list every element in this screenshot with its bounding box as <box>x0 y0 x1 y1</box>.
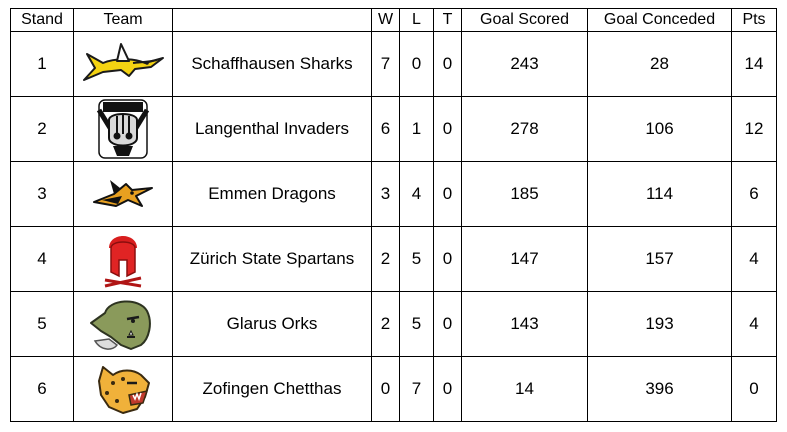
points-cell: 6 <box>731 161 777 227</box>
table-row: 2 Langenthal Invaders 6 1 0 278 106 12 <box>10 96 777 162</box>
wins-cell: 6 <box>371 96 400 162</box>
stand-cell: 6 <box>10 356 74 422</box>
goals-conceded-cell: 396 <box>587 356 732 422</box>
table-row: 6 Zofingen Chetthas 0 7 0 14 396 0 <box>10 356 777 422</box>
wins-cell: 2 <box>371 291 400 357</box>
logo-cell <box>73 96 173 162</box>
team-name: Zürich State Spartans <box>172 226 372 292</box>
goals-scored-cell: 278 <box>461 96 588 162</box>
header-goals-scored: Goal Scored <box>461 8 588 32</box>
logo-cell <box>73 161 173 227</box>
losses-cell: 1 <box>399 96 434 162</box>
stand-cell: 2 <box>10 96 74 162</box>
team-name: Zofingen Chetthas <box>172 356 372 422</box>
logo-cell <box>73 31 173 97</box>
header-ties: T <box>433 8 462 32</box>
table-row: 4 Zürich State Spartans 2 5 0 147 157 4 <box>10 226 777 292</box>
wins-cell: 7 <box>371 31 400 97</box>
logo-cell <box>73 291 173 357</box>
orc-head-logo-icon <box>90 300 151 350</box>
header-stand: Stand <box>10 8 74 32</box>
header-name <box>172 8 372 32</box>
table-row: 1 Schaffhausen Sharks 7 0 0 243 28 14 <box>10 31 777 97</box>
points-cell: 12 <box>731 96 777 162</box>
goals-scored-cell: 185 <box>461 161 588 227</box>
wins-cell: 3 <box>371 161 400 227</box>
losses-cell: 4 <box>399 161 434 227</box>
table-row: 5 Glarus Orks 2 5 0 143 193 4 <box>10 291 777 357</box>
losses-cell: 7 <box>399 356 434 422</box>
team-name: Emmen Dragons <box>172 161 372 227</box>
team-name: Schaffhausen Sharks <box>172 31 372 97</box>
losses-cell: 0 <box>399 31 434 97</box>
ties-cell: 0 <box>433 31 462 97</box>
cheetah-head-logo-icon <box>98 366 150 414</box>
spartan-helmet-logo-icon <box>104 236 142 288</box>
goals-conceded-cell: 106 <box>587 96 732 162</box>
goals-conceded-cell: 28 <box>587 31 732 97</box>
wins-cell: 2 <box>371 226 400 292</box>
header-wins: W <box>371 8 400 32</box>
header-team: Team <box>73 8 173 32</box>
team-name: Langenthal Invaders <box>172 96 372 162</box>
logo-cell <box>73 226 173 292</box>
ties-cell: 0 <box>433 96 462 162</box>
ties-cell: 0 <box>433 356 462 422</box>
raider-skull-logo-icon <box>96 99 150 159</box>
goals-scored-cell: 147 <box>461 226 588 292</box>
goals-conceded-cell: 157 <box>587 226 732 292</box>
ties-cell: 0 <box>433 161 462 227</box>
goals-conceded-cell: 193 <box>587 291 732 357</box>
points-cell: 0 <box>731 356 777 422</box>
stand-cell: 5 <box>10 291 74 357</box>
ties-cell: 0 <box>433 226 462 292</box>
wins-cell: 0 <box>371 356 400 422</box>
losses-cell: 5 <box>399 226 434 292</box>
goals-scored-cell: 143 <box>461 291 588 357</box>
shark-logo-icon <box>83 43 164 81</box>
stand-cell: 4 <box>10 226 74 292</box>
goals-scored-cell: 243 <box>461 31 588 97</box>
header-row: Stand Team W L T Goal Scored Goal Conced… <box>10 8 777 32</box>
losses-cell: 5 <box>399 291 434 357</box>
header-goals-conceded: Goal Conceded <box>587 8 732 32</box>
header-losses: L <box>399 8 434 32</box>
logo-cell <box>73 356 173 422</box>
goals-scored-cell: 14 <box>461 356 588 422</box>
ties-cell: 0 <box>433 291 462 357</box>
points-cell: 4 <box>731 226 777 292</box>
points-cell: 4 <box>731 291 777 357</box>
goals-conceded-cell: 114 <box>587 161 732 227</box>
points-cell: 14 <box>731 31 777 97</box>
table-row: 3 Emmen Dragons 3 4 0 185 114 6 <box>10 161 777 227</box>
stand-cell: 1 <box>10 31 74 97</box>
header-points: Pts <box>731 8 777 32</box>
dragon-logo-icon <box>93 180 153 207</box>
standings-table: Stand Team W L T Goal Scored Goal Conced… <box>10 8 777 422</box>
stand-cell: 3 <box>10 161 74 227</box>
team-name: Glarus Orks <box>172 291 372 357</box>
